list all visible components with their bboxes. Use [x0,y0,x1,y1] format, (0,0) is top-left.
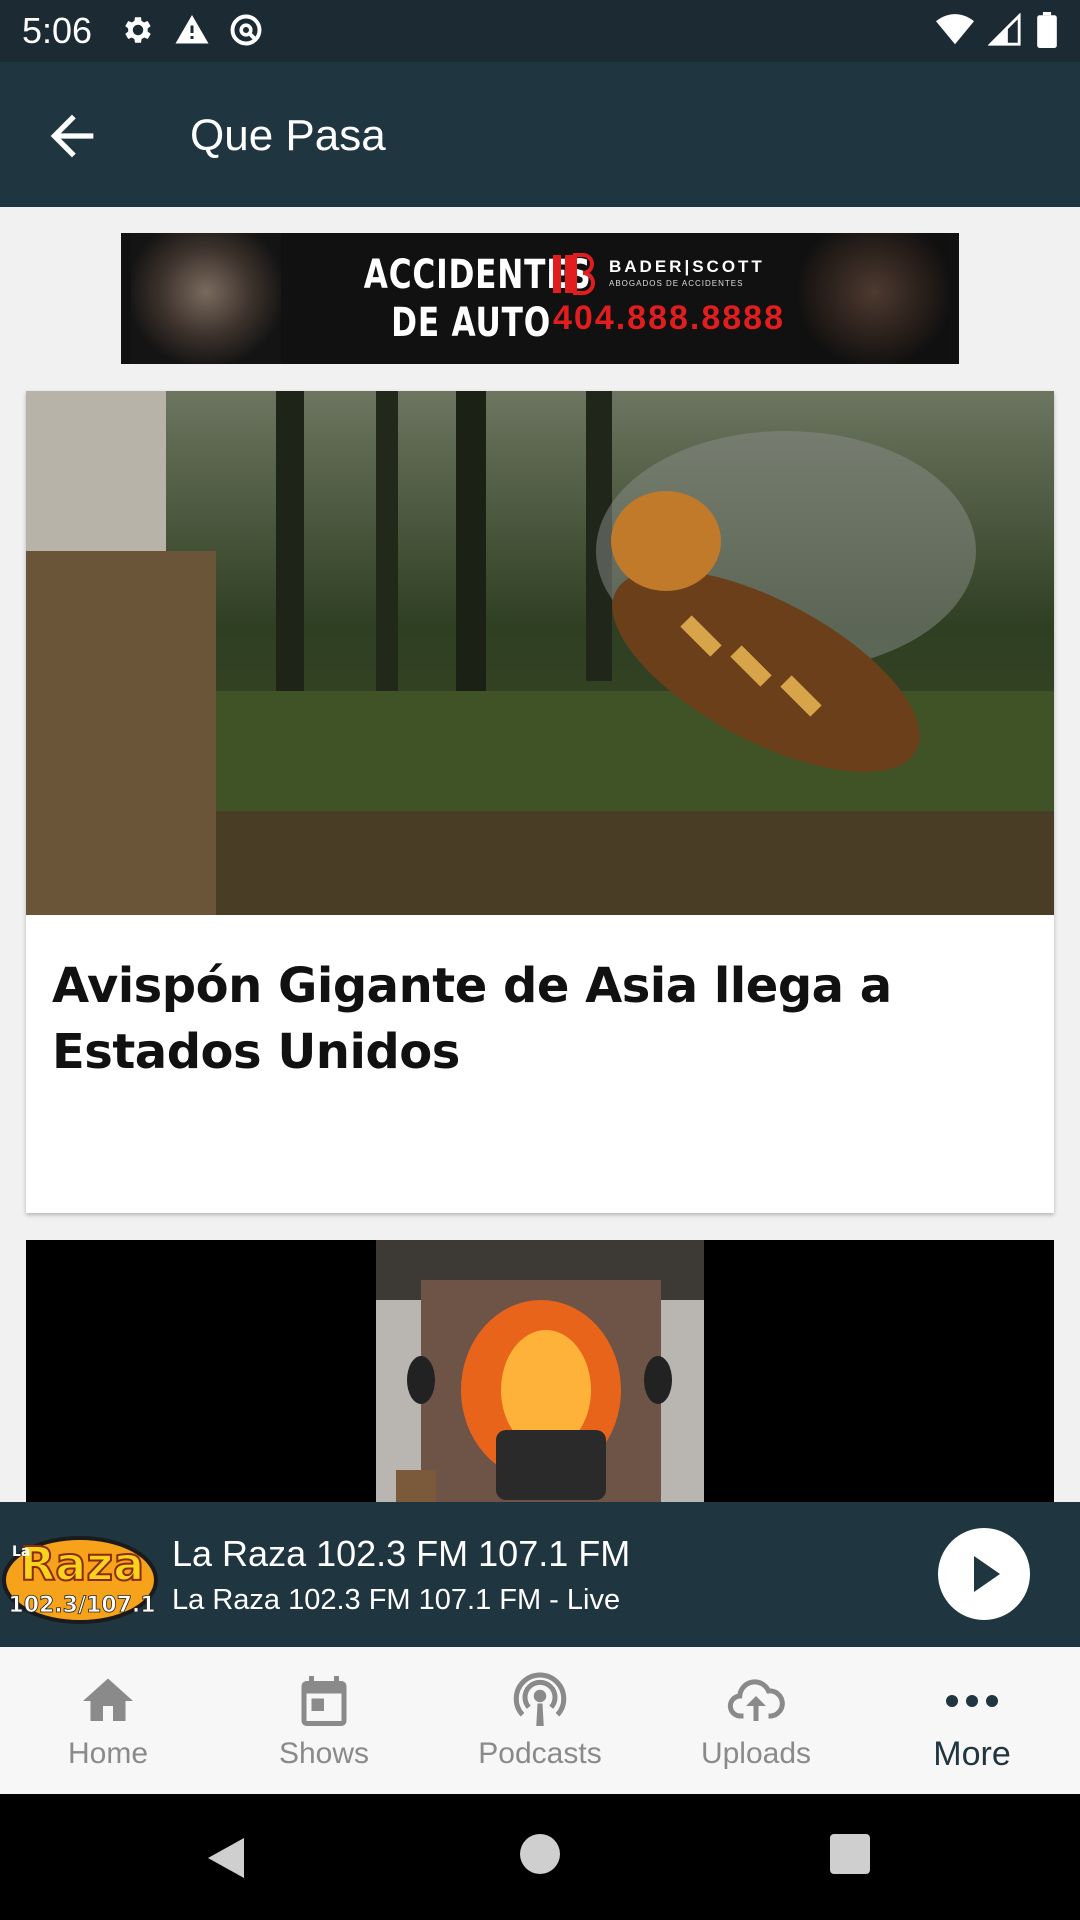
app-bar: Que Pasa [0,62,1080,207]
status-left-icons [120,12,264,48]
hornet-photo [26,391,1054,915]
podcast-icon [513,1672,567,1726]
at-sync-icon [230,14,262,46]
nav-label-home: Home [67,1737,149,1770]
signal-icon [988,13,1021,46]
ad-brand: BADER|SCOTT [609,257,765,276]
status-time: 5:06 [22,10,93,51]
system-recents-icon[interactable] [830,1834,870,1874]
system-home-icon[interactable] [520,1834,560,1874]
gear-icon [125,17,151,43]
now-playing-title: La Raza 102.3 FM 107.1 FM [172,1533,631,1574]
calendar-icon [301,1676,347,1726]
article-card[interactable] [26,1240,1054,1502]
more-dots-icon [946,1695,998,1707]
ad-phone: 404.888.8888 [553,299,785,337]
nav-label-podcasts: Podcasts [478,1737,602,1770]
page-title: Que Pasa [190,111,386,160]
nav-item-more[interactable]: More [864,1647,1080,1794]
article-image-hornet [26,391,1054,915]
play-button[interactable] [938,1528,1030,1620]
ad-portrait-right [799,233,949,364]
nav-item-home[interactable]: Home [0,1647,216,1794]
nav-label-uploads: Uploads [700,1737,812,1770]
nav-item-shows[interactable]: Shows [216,1647,432,1794]
svg-text:Raza: Raza [20,1537,144,1591]
status-right-icons [936,12,1058,48]
article-card[interactable]: Avispón Gigante de Asia llega a Estados … [26,391,1054,1213]
now-playing-bar[interactable]: Raza 102.3/107.1 La La Raza 102.3 FM 107… [0,1502,1080,1647]
system-back-icon[interactable] [204,1834,248,1882]
arrow-left-icon [50,114,94,158]
nav-label-shows: Shows [278,1737,370,1770]
ad-brand-subtitle: ABOGADOS DE ACCIDENTES [609,279,744,288]
svg-text:102.3/107.1: 102.3/107.1 [8,1593,155,1618]
nav-item-podcasts[interactable]: Podcasts [432,1647,648,1794]
ad-headline: ACCIDENTES DE AUTO [363,252,592,346]
bader-scott-logo-icon [553,253,595,295]
content-scroll[interactable]: ACCIDENTES DE AUTO BADER|SCOTT ABOGADOS … [0,207,1080,1502]
station-logo: Raza 102.3/107.1 La [2,1536,158,1624]
article-title[interactable]: Avispón Gigante de Asia llega a Estados … [52,953,1012,1085]
status-bar: 5:06 [0,0,1080,62]
ad-portrait-left [131,233,281,364]
wifi-icon [936,14,974,45]
bottom-nav: Home Shows Podcasts Uploads More [0,1647,1080,1794]
article-image-car-fire [26,1240,1054,1502]
home-icon [83,1678,133,1721]
cloud-upload-icon [727,1679,785,1721]
system-nav-bar [0,1794,1080,1920]
ad-banner[interactable]: ACCIDENTES DE AUTO BADER|SCOTT ABOGADOS … [121,233,959,364]
svg-text:La: La [12,1544,30,1560]
warning-icon [175,15,209,44]
play-icon [974,1556,1000,1592]
nav-label-more: More [933,1735,1011,1773]
nav-item-uploads[interactable]: Uploads [648,1647,864,1794]
battery-icon [1037,12,1057,48]
now-playing-subtitle: La Raza 102.3 FM 107.1 FM - Live [172,1584,621,1616]
back-button[interactable] [40,104,104,168]
